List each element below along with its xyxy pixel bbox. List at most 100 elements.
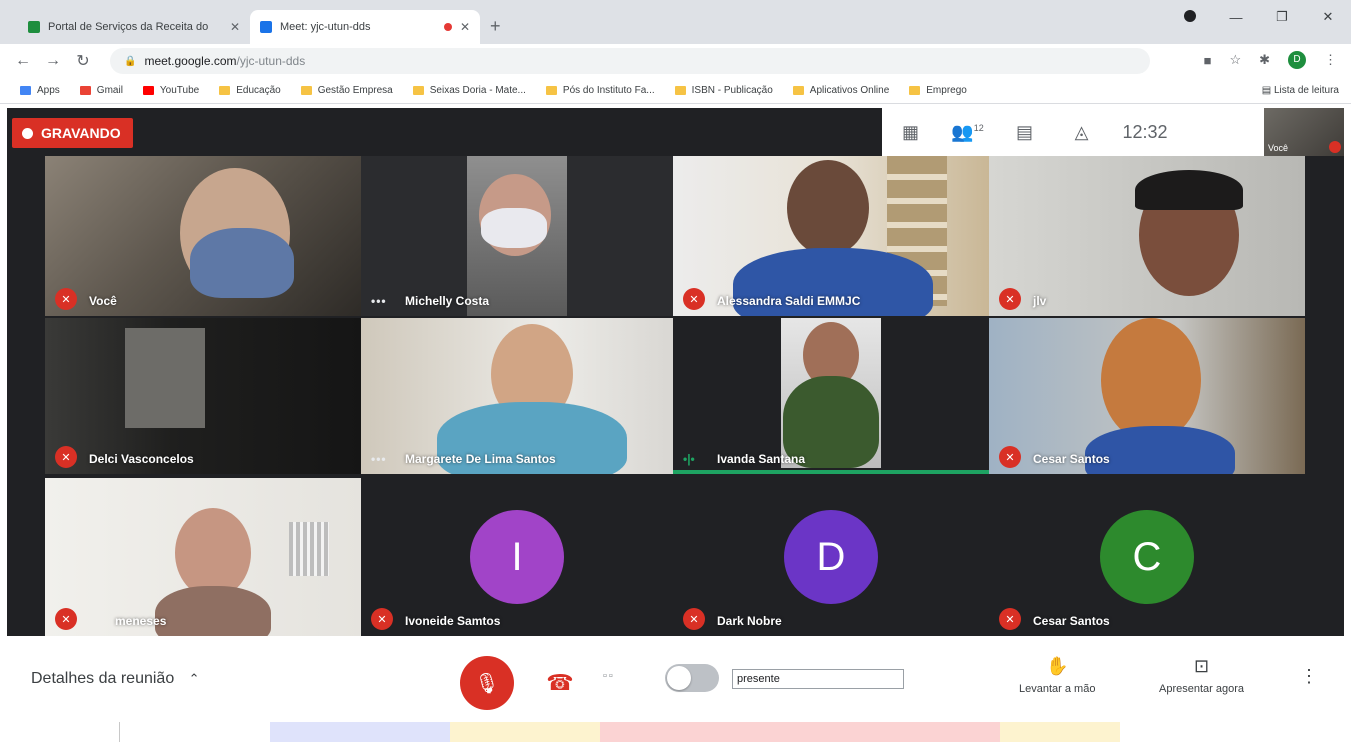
participant-tile[interactable]: ✕ Cesar Santos	[989, 318, 1305, 474]
address-bar[interactable]: 🔒 meet.google.com /yjc-utun-dds	[110, 48, 1150, 74]
folder-icon	[219, 86, 231, 95]
bookmark-emprego[interactable]: Emprego	[909, 85, 967, 96]
chat-icon[interactable]: ▤	[996, 122, 1053, 143]
participant-tile[interactable]: C ✕ Cesar Santos	[989, 478, 1305, 636]
folder-icon	[674, 86, 686, 95]
bookmark-pos-instituto[interactable]: Pós do Instituto Fa...	[545, 85, 655, 96]
meet-favicon-icon	[260, 21, 272, 33]
star-icon[interactable]: ☆	[1229, 52, 1241, 68]
tab-receita[interactable]: Portal de Serviços da Receita do ✕	[18, 10, 250, 44]
recording-indicator-icon	[443, 23, 452, 31]
mic-off-icon: ✕	[999, 608, 1021, 630]
close-tab-icon[interactable]: ✕	[230, 20, 240, 34]
more-options-icon[interactable]: •••	[371, 452, 387, 466]
hand-icon: ✋	[1046, 656, 1069, 676]
participant-tile[interactable]: ✕ Delci Vasconcelos	[45, 318, 361, 474]
mic-off-icon: ✕	[683, 288, 705, 310]
bookmark-apps[interactable]: Apps	[20, 85, 60, 96]
apps-grid-icon	[20, 86, 31, 95]
extensions-icon[interactable]: ✱	[1259, 52, 1270, 68]
participant-name: Você	[89, 294, 117, 308]
reading-list[interactable]: ▤ Lista de leitura	[1262, 85, 1339, 96]
bookmark-seixas-doria[interactable]: Seixas Doria - Mate...	[412, 85, 526, 96]
background-strip	[0, 722, 1351, 742]
participant-tile[interactable]: •|• Ivanda Santana	[673, 318, 989, 474]
mic-toggle-button[interactable]: 🎙	[460, 656, 514, 710]
participant-tile[interactable]: ✕ Você	[45, 156, 361, 316]
url-path: /yjc-utun-dds	[236, 54, 306, 68]
bookmark-gmail[interactable]: Gmail	[79, 85, 123, 96]
bookmark-gestao-empresa[interactable]: Gestão Empresa	[300, 85, 393, 96]
meet-stage: GRAVANDO ✕ Você ••• Michelly Costa ✕ Ale…	[7, 108, 1344, 636]
maximize-icon[interactable]: ❐	[1259, 9, 1305, 25]
camera-icon[interactable]: ■	[1204, 53, 1212, 68]
self-view-thumbnail[interactable]: Você	[1264, 108, 1344, 156]
participant-tile[interactable]: ✕ Alessandra Saldi EMMJC	[673, 156, 989, 316]
layout-grid-icon[interactable]: ▦	[882, 122, 939, 143]
participant-name: Cesar Santos	[1033, 452, 1110, 466]
raise-hand-button[interactable]: ✋ Levantar a mão	[1019, 656, 1095, 695]
self-view-label: Você	[1268, 143, 1289, 153]
lock-icon: 🔒	[124, 55, 137, 67]
minimize-icon[interactable]: —	[1213, 10, 1259, 25]
profile-avatar[interactable]: D	[1288, 51, 1306, 69]
forward-icon[interactable]: →	[38, 52, 68, 70]
participant-avatar: I	[470, 510, 564, 604]
mic-off-icon	[1329, 141, 1341, 153]
participant-name: Cesar Santos	[1033, 614, 1110, 628]
folder-icon	[412, 86, 424, 95]
captions-icon[interactable]: ▫▫	[603, 670, 615, 682]
participant-name: Ivanda Santana	[717, 452, 806, 466]
participant-name: Alessandra Saldi EMMJC	[717, 294, 861, 308]
participant-tile[interactable]: ✕ meneses	[45, 478, 361, 636]
mic-off-icon: ✕	[55, 446, 77, 468]
participant-name: Margarete De Lima Santos	[405, 452, 556, 466]
folder-icon	[300, 86, 312, 95]
more-options-icon[interactable]: ⋮	[1300, 666, 1318, 687]
participant-name: Ivoneide Samtos	[405, 614, 501, 628]
tab-title: Portal de Serviços da Receita do	[48, 21, 209, 33]
participant-avatar: C	[1100, 510, 1194, 604]
new-tab-icon[interactable]: +	[490, 16, 501, 37]
camera-toggle[interactable]	[665, 664, 719, 692]
browser-toolbar: ← → ↻ 🔒 meet.google.com /yjc-utun-dds ■ …	[0, 44, 1351, 78]
participant-avatar: D	[784, 510, 878, 604]
mic-off-icon: ✕	[55, 288, 77, 310]
close-window-icon[interactable]: ✕	[1305, 9, 1351, 25]
participants-count: 12	[973, 122, 984, 133]
menu-icon[interactable]: ⋮	[1324, 52, 1337, 68]
presente-input[interactable]	[732, 669, 904, 689]
bookmark-aplicativos[interactable]: Aplicativos Online	[792, 85, 889, 96]
speaking-indicator-icon: •|•	[683, 452, 695, 466]
bookmark-isbn[interactable]: ISBN - Publicação	[674, 85, 773, 96]
bookmark-educacao[interactable]: Educação	[219, 85, 281, 96]
mic-off-icon: ✕	[999, 288, 1021, 310]
mic-off-icon: ✕	[55, 608, 77, 630]
participant-tile[interactable]: I ✕ Ivoneide Samtos	[361, 478, 673, 636]
toolbar-actions: ■ ☆ ✱ D ⋮	[1204, 51, 1337, 69]
participant-video	[787, 160, 869, 256]
participant-name: Michelly Costa	[405, 294, 490, 308]
meeting-details-toggle[interactable]: Detalhes da reunião ⌃	[31, 670, 200, 688]
participant-name: Delci Vasconcelos	[89, 452, 194, 466]
profile-menu-icon[interactable]	[1167, 9, 1213, 25]
participant-tile[interactable]: ••• Michelly Costa	[361, 156, 673, 316]
folder-icon	[909, 86, 921, 95]
participant-tile[interactable]: ✕ jlv	[989, 156, 1305, 316]
bookmark-youtube[interactable]: YouTube	[142, 85, 199, 96]
participant-tile[interactable]: ••• Margarete De Lima Santos	[361, 318, 673, 474]
more-options-icon[interactable]: •••	[371, 294, 387, 308]
reload-icon[interactable]: ↻	[68, 51, 98, 71]
present-now-button[interactable]: ⊡ Apresentar agora	[1159, 656, 1244, 695]
close-tab-icon[interactable]: ✕	[460, 20, 470, 34]
window-controls: — ❐ ✕	[1167, 0, 1351, 34]
tab-meet[interactable]: Meet: yjc-utun-dds ✕	[250, 10, 480, 44]
hang-up-button[interactable]: ☎	[533, 656, 587, 710]
activities-icon[interactable]: ◬	[1053, 122, 1110, 143]
participants-icon[interactable]: 👥12	[939, 122, 996, 143]
folder-icon	[792, 86, 804, 95]
chevron-up-icon: ⌃	[188, 671, 200, 686]
participant-tile[interactable]: D ✕ Dark Nobre	[673, 478, 989, 636]
participant-name: jlv	[1033, 294, 1047, 308]
back-icon[interactable]: ←	[8, 52, 38, 70]
